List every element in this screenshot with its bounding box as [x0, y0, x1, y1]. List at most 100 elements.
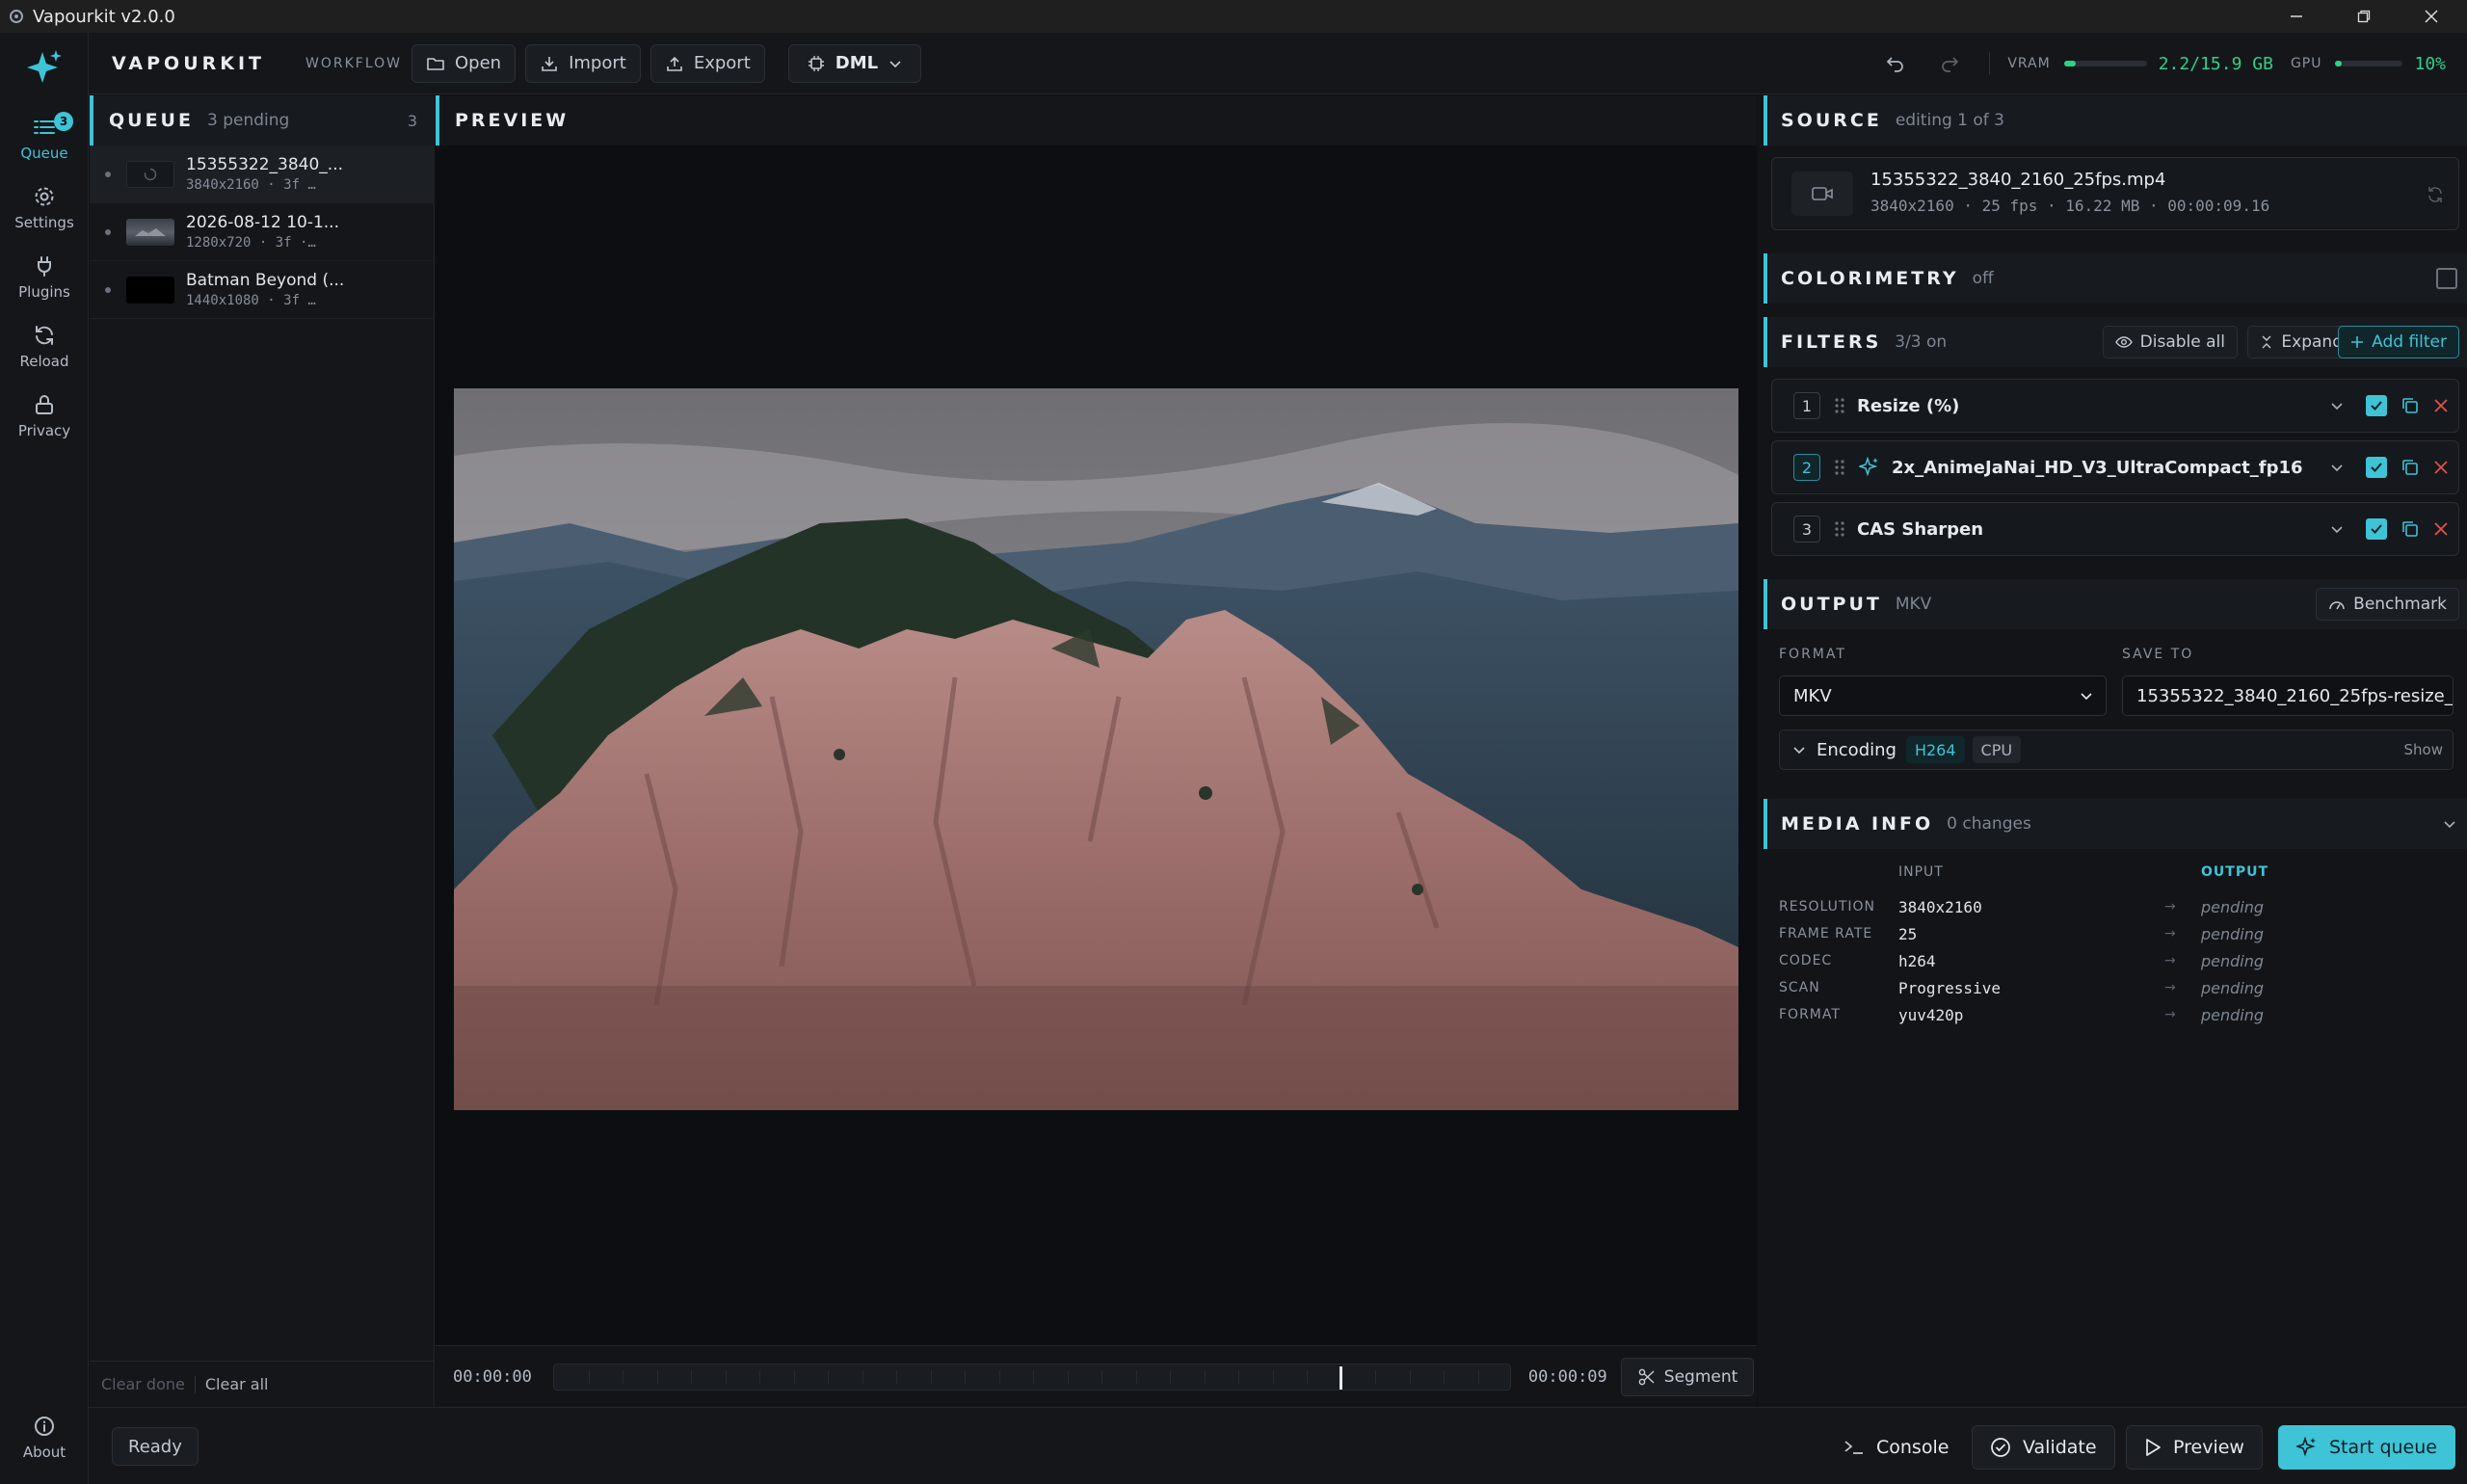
console-button[interactable]: Console — [1825, 1425, 1967, 1470]
header-accent — [1764, 579, 1767, 629]
redo-icon[interactable] — [1939, 54, 1960, 73]
rail-label: Plugins — [18, 283, 70, 301]
gear-icon — [33, 185, 56, 208]
rail-queue[interactable]: 3 Queue — [0, 112, 89, 162]
media-info-output: pending — [2201, 951, 2265, 970]
eye-off-icon — [2114, 334, 2133, 350]
duplicate-icon[interactable] — [2401, 396, 2420, 415]
minimize-icon[interactable] — [2263, 0, 2330, 33]
drag-handle-icon[interactable] — [1834, 396, 1845, 415]
timeline-tick — [1443, 1369, 1445, 1384]
arrow-right-icon: → — [2164, 1007, 2176, 1022]
timeline-tick — [758, 1369, 760, 1384]
arrow-right-icon: → — [2164, 953, 2176, 968]
queue-panel: QUEUE 3 pending 3 15355322_3840_... 3840… — [90, 95, 435, 1407]
segment-button[interactable]: Segment — [1620, 1357, 1755, 1396]
filter-enabled-checkbox[interactable] — [2366, 457, 2387, 478]
timeline-track[interactable] — [552, 1363, 1511, 1391]
queue-footer: Clear done Clear all — [90, 1361, 435, 1407]
undo-icon[interactable] — [1885, 54, 1906, 73]
expand-label: Expand — [2281, 332, 2343, 352]
import-button[interactable]: Import — [525, 43, 641, 83]
clear-all-button[interactable]: Clear all — [205, 1375, 269, 1393]
media-info-row: FRAME RATE 25 → pending — [1779, 920, 2454, 947]
queue-item[interactable]: Batman Beyond (... 1440x1080 · 3f … — [90, 261, 435, 319]
list-icon — [32, 116, 57, 139]
top-toolbar: VAPOURKIT WORKFLOW Open Import Export DM… — [89, 33, 2467, 94]
backend-select[interactable]: DML — [787, 43, 922, 83]
format-label: FORMAT — [1779, 647, 1846, 662]
validate-button[interactable]: Validate — [1972, 1425, 2115, 1470]
save-to-input[interactable]: 15355322_3840_2160_25fps-resize_... — [2122, 676, 2454, 716]
filter-enabled-checkbox[interactable] — [2366, 395, 2387, 416]
queue-item[interactable]: 15355322_3840_... 3840x2160 · 3f … — [90, 146, 435, 203]
start-queue-label: Start queue — [2329, 1437, 2437, 1458]
duplicate-icon[interactable] — [2401, 519, 2420, 539]
media-info-row: FORMAT yuv420p → pending — [1779, 1001, 2454, 1028]
chip-icon — [807, 54, 826, 73]
drag-handle-icon[interactable] — [1834, 458, 1845, 477]
queue-item[interactable]: 2026-08-12 10-1... 1280x720 · 3f ·… — [90, 203, 435, 261]
status-bar: Ready Console Validate Preview Start que… — [89, 1407, 2467, 1484]
arrow-right-icon: → — [2164, 980, 2176, 995]
timeline-tick — [1032, 1369, 1034, 1384]
rail-settings[interactable]: Settings — [0, 185, 89, 231]
header-accent — [1764, 317, 1767, 367]
benchmark-button[interactable]: Benchmark — [2316, 588, 2459, 621]
benchmark-label: Benchmark — [2353, 595, 2447, 614]
source-card[interactable]: 15355322_3840_2160_25fps.mp4 3840x2160 ·… — [1771, 157, 2459, 230]
vram-value: 2.2/15.9 GB — [2158, 53, 2273, 74]
rail-reload[interactable]: Reload — [0, 324, 89, 370]
remove-filter-icon[interactable] — [2433, 460, 2449, 475]
disable-all-button[interactable]: Disable all — [2102, 326, 2238, 358]
rail-plugins[interactable]: Plugins — [0, 254, 89, 301]
playhead-handle[interactable] — [1339, 1365, 1342, 1390]
open-button[interactable]: Open — [411, 43, 517, 83]
export-button[interactable]: Export — [650, 43, 765, 83]
status-dot — [105, 228, 111, 235]
colorimetry-checkbox[interactable] — [2436, 268, 2457, 289]
duplicate-icon[interactable] — [2401, 458, 2420, 477]
remove-filter-icon[interactable] — [2433, 521, 2449, 537]
output-title: OUTPUT — [1781, 594, 1882, 615]
rail-about[interactable]: About — [0, 1415, 89, 1461]
media-info-title: MEDIA INFO — [1781, 813, 1934, 835]
filter-name: CAS Sharpen — [1857, 518, 1984, 540]
colorimetry-header[interactable]: COLORIMETRY off — [1764, 253, 2467, 304]
timeline-tick — [827, 1369, 829, 1384]
validate-label: Validate — [2023, 1437, 2097, 1458]
chevron-down-icon[interactable] — [2329, 398, 2345, 413]
swap-source-icon[interactable] — [2426, 185, 2445, 204]
chevron-down-icon[interactable] — [2329, 460, 2345, 475]
close-icon[interactable] — [2398, 0, 2465, 33]
source-title: SOURCE — [1781, 110, 1882, 131]
queue-item-name: Batman Beyond (... — [186, 271, 345, 290]
filter-enabled-checkbox[interactable] — [2366, 518, 2387, 540]
preview-frame-image — [454, 388, 1738, 1110]
media-info-header[interactable]: MEDIA INFO 0 changes — [1764, 799, 2467, 849]
drag-handle-icon[interactable] — [1834, 519, 1845, 539]
upload-icon — [665, 55, 684, 72]
chevron-down-icon[interactable] — [2442, 816, 2457, 832]
rail-privacy[interactable]: Privacy — [0, 393, 89, 439]
filter-row[interactable]: 1 Resize (%) — [1771, 379, 2459, 433]
show-encoding-button[interactable]: Show — [2404, 741, 2443, 758]
colorimetry-state: off — [1972, 269, 1994, 288]
remove-filter-icon[interactable] — [2433, 398, 2449, 413]
clear-done-button[interactable]: Clear done — [101, 1375, 185, 1393]
media-info-input: 3840x2160 — [1898, 897, 1982, 916]
preview-button[interactable]: Preview — [2126, 1425, 2263, 1470]
media-info-output: pending — [2201, 924, 2265, 943]
format-select[interactable]: MKV — [1779, 676, 2107, 716]
filter-row[interactable]: 2 2x_AnimeJaNai_HD_V3_UltraCompact_fp16 — [1771, 440, 2459, 494]
start-queue-button[interactable]: Start queue — [2278, 1425, 2455, 1470]
output-header: OUTPUT MKV Benchmark — [1764, 579, 2467, 629]
add-filter-button[interactable]: Add filter — [2338, 326, 2459, 358]
encoding-row[interactable]: Encoding H264 CPU Show — [1779, 729, 2454, 770]
filter-row[interactable]: 3 CAS Sharpen — [1771, 502, 2459, 556]
app-icon — [0, 9, 33, 24]
chevron-down-icon[interactable] — [2329, 521, 2345, 537]
restore-icon[interactable] — [2330, 0, 2398, 33]
save-to-value: 15355322_3840_2160_25fps-resize_... — [2136, 685, 2454, 706]
open-label: Open — [455, 53, 502, 73]
